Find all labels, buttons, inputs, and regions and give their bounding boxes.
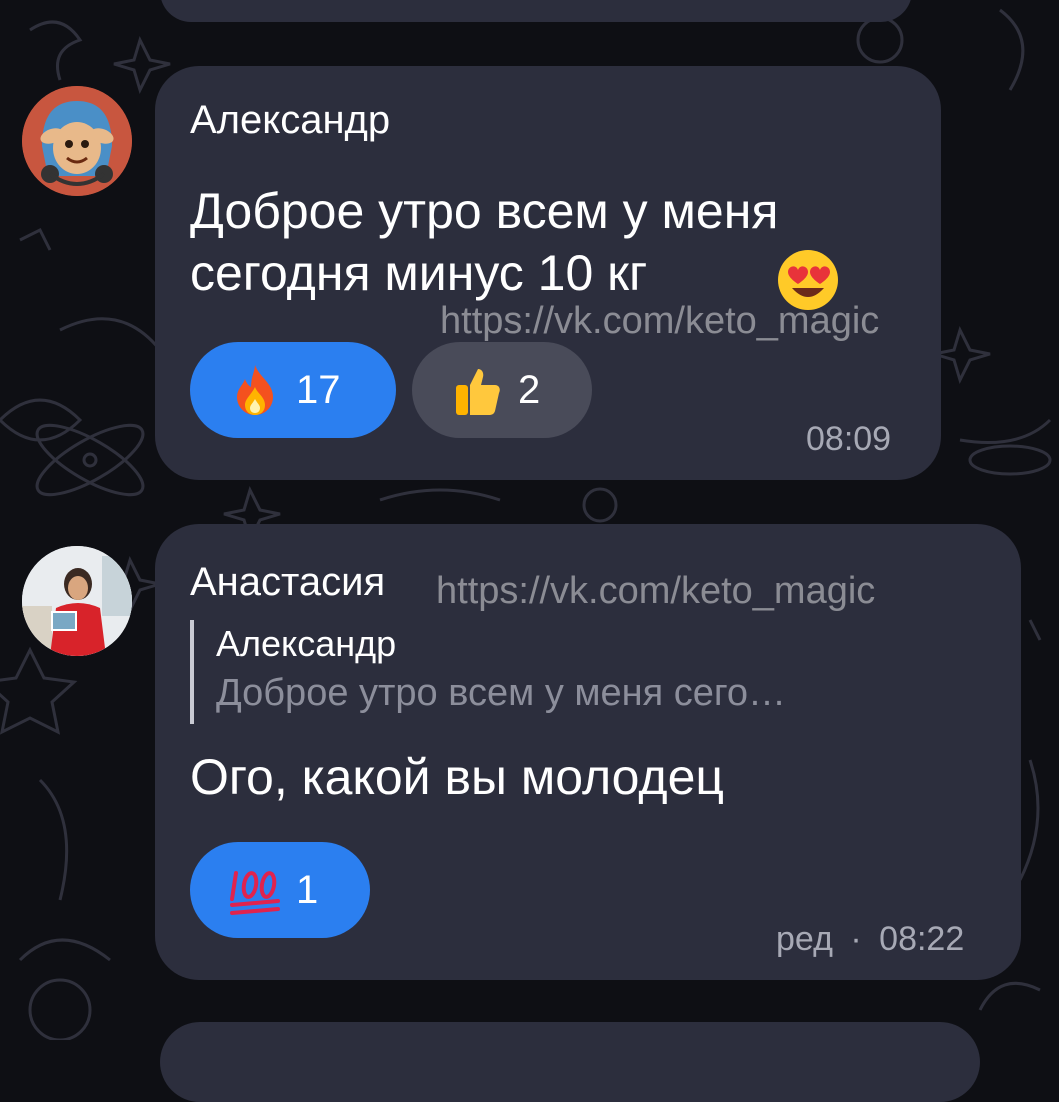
reaction-count: 2 [518,367,541,412]
reaction-thumbs-up[interactable]: 2 [412,342,592,438]
message-time: 08:09 [806,420,892,458]
message-text: Ого, какой вы молодец [190,749,725,805]
avatar-anastasia[interactable] [22,546,132,656]
watermark-link: https://vk.com/keto_magic [436,570,876,612]
hundred-points-icon [230,871,280,915]
reply-quote[interactable]: Александр Доброе утро всем у меня сего… [190,620,990,724]
reaction-count: 1 [296,867,319,912]
reaction-count: 17 [296,367,341,412]
message-author[interactable]: Анастасия [190,560,385,605]
message-author[interactable]: Александр [190,98,390,143]
reply-author: Александр [216,623,397,664]
message-time: 08:22 [879,920,965,958]
reaction-fire[interactable]: 17 [190,342,396,438]
next-message-bubble[interactable] [160,1022,980,1102]
reply-text: Доброе утро всем у меня сего… [216,672,787,714]
message-meta: ред · 08:22 [776,920,964,959]
fire-icon [237,365,273,415]
message-text-line-1: Доброе утро всем у меня [190,183,779,239]
meta-separator: · [850,920,862,958]
avatar-aleksandr[interactable] [22,86,132,196]
previous-message-bubble[interactable] [160,0,912,22]
message-text-line-2: сегодня минус 10 кг [190,245,648,301]
watermark-link: https://vk.com/keto_magic [440,300,880,342]
edited-label: ред [776,920,833,958]
reaction-hundred-points[interactable]: 1 [190,842,370,938]
thumbs-up-icon [456,369,500,415]
